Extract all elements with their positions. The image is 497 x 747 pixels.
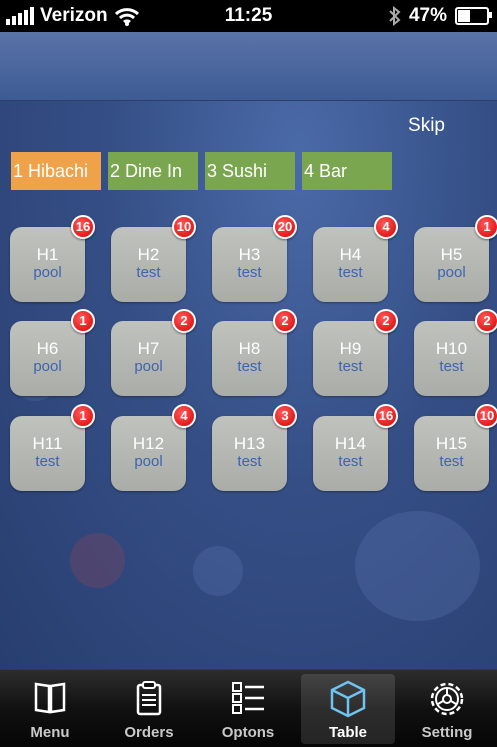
table-tile-h13[interactable]: H13 test 3 — [212, 404, 297, 491]
table-tile-h1[interactable]: H1 pool 16 — [10, 215, 95, 302]
table-layout-view: Skip 1 Hibachi 2 Dine In 3 Sushi 4 Bar H… — [0, 101, 497, 669]
table-name: H4 — [339, 245, 362, 264]
guest-count-badge: 20 — [273, 215, 297, 239]
table-server: pool — [134, 358, 163, 375]
tabbar-label: Setting — [421, 724, 473, 741]
table-tile-h7[interactable]: H7 pool 2 — [111, 309, 196, 396]
guest-count-badge: 3 — [273, 404, 297, 428]
gear-icon — [430, 682, 464, 716]
tabbar-item-setting[interactable]: Setting — [400, 674, 494, 744]
table-name: H7 — [137, 339, 160, 358]
tabbar-item-table[interactable]: Table — [301, 674, 395, 744]
table-server: test — [35, 453, 60, 470]
table-name: H10 — [435, 339, 468, 358]
tabbar-label: Orders — [124, 724, 174, 741]
table-server: test — [338, 264, 363, 281]
guest-count-badge: 2 — [374, 309, 398, 333]
table-server: pool — [33, 358, 62, 375]
clipboard-icon — [136, 681, 162, 716]
guest-count-badge: 1 — [71, 404, 95, 428]
battery-level-fill — [458, 10, 470, 22]
list-icon — [232, 682, 264, 714]
table-tile-h12[interactable]: H12 pool 4 — [111, 404, 196, 491]
table-name: H6 — [36, 339, 59, 358]
table-server: test — [237, 453, 262, 470]
table-name: H15 — [435, 434, 468, 453]
guest-count-badge: 10 — [475, 404, 497, 428]
tabbar-item-options[interactable]: Optons — [201, 674, 295, 744]
table-name: H5 — [440, 245, 463, 264]
table-server: test — [439, 453, 464, 470]
guest-count-badge: 16 — [71, 215, 95, 239]
guest-count-badge: 2 — [172, 309, 196, 333]
table-name: H14 — [334, 434, 367, 453]
background-bokeh — [355, 511, 480, 621]
table-tile-h5[interactable]: H5 pool 1 — [414, 215, 497, 302]
table-server: test — [237, 358, 262, 375]
table-tile-h8[interactable]: H8 test 2 — [212, 309, 297, 396]
background-bokeh — [70, 533, 125, 588]
battery-icon — [455, 7, 492, 25]
tabbar-item-orders[interactable]: Orders — [102, 674, 196, 744]
table-server: pool — [437, 264, 466, 281]
table-server: test — [439, 358, 464, 375]
status-bar: Verizon 11:25 47% — [0, 0, 497, 32]
table-name: H8 — [238, 339, 261, 358]
table-tile-h4[interactable]: H4 test 4 — [313, 215, 398, 302]
table-name: H12 — [132, 434, 165, 453]
table-tile-h2[interactable]: H2 test 10 — [111, 215, 196, 302]
guest-count-badge: 2 — [475, 309, 497, 333]
guest-count-badge: 2 — [273, 309, 297, 333]
battery-percent: 47% — [408, 5, 447, 26]
table-server: pool — [134, 453, 163, 470]
table-tile-h3[interactable]: H3 test 20 — [212, 215, 297, 302]
tab-bar: Menu Orders Optons Table Setting — [0, 669, 497, 747]
table-server: test — [338, 358, 363, 375]
table-name: H2 — [137, 245, 160, 264]
table-grid: H1 pool 16 H2 test 10 H3 test 20 H4 test… — [0, 101, 497, 521]
tabbar-label: Table — [328, 724, 368, 741]
background-bokeh — [193, 546, 243, 596]
table-name: H3 — [238, 245, 261, 264]
table-tile-h14[interactable]: H14 test 16 — [313, 404, 398, 491]
table-tile-h11[interactable]: H11 test 1 — [10, 404, 95, 491]
guest-count-badge: 16 — [374, 404, 398, 428]
table-server: test — [237, 264, 262, 281]
tabbar-label: Menu — [30, 724, 70, 741]
tabbar-label: Optons — [221, 724, 275, 741]
bluetooth-icon — [389, 6, 401, 26]
navigation-bar — [0, 32, 497, 101]
cube-icon — [330, 680, 366, 718]
table-server: test — [338, 453, 363, 470]
table-tile-h15[interactable]: H15 test 10 — [414, 404, 497, 491]
table-server: pool — [33, 264, 62, 281]
guest-count-badge: 4 — [172, 404, 196, 428]
table-name: H11 — [32, 434, 63, 453]
guest-count-badge: 10 — [172, 215, 196, 239]
table-tile-h6[interactable]: H6 pool 1 — [10, 309, 95, 396]
table-name: H9 — [339, 339, 362, 358]
table-tile-h10[interactable]: H10 test 2 — [414, 309, 497, 396]
guest-count-badge: 1 — [71, 309, 95, 333]
table-tile-h9[interactable]: H9 test 2 — [313, 309, 398, 396]
table-server: test — [136, 264, 161, 281]
tabbar-item-menu[interactable]: Menu — [3, 674, 97, 744]
guest-count-badge: 1 — [475, 215, 497, 239]
table-name: H13 — [233, 434, 266, 453]
guest-count-badge: 4 — [374, 215, 398, 239]
table-name: H1 — [36, 245, 59, 264]
book-icon — [34, 682, 66, 714]
